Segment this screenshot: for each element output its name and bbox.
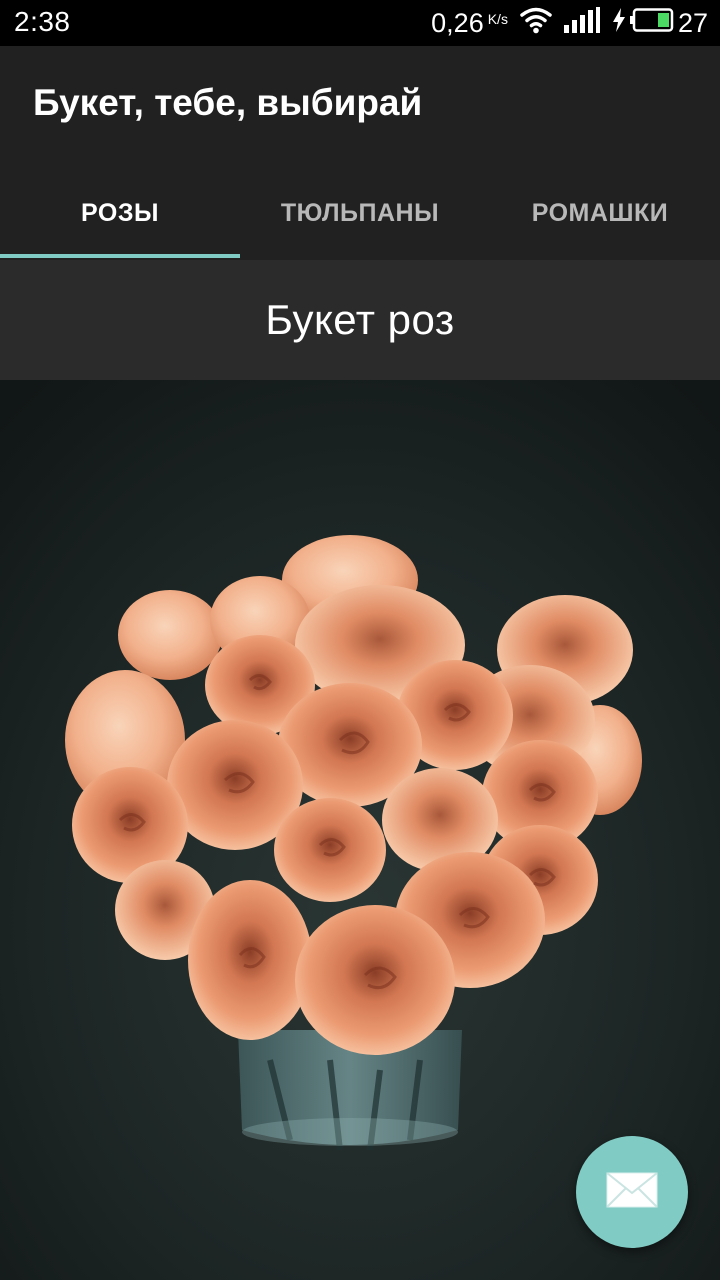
app-title: Букет, тебе, выбирай [33, 82, 423, 123]
battery-level: 27 [677, 7, 708, 38]
screen: 2:38 0,26 K/s 27 Букет, тебе, выбирай РО… [0, 0, 720, 1280]
tab-tulips-label: ТЮЛЬПАНЫ [280, 198, 440, 227]
status-time: 2:38 [14, 6, 71, 37]
network-speed-unit: K/s [487, 10, 508, 27]
tab-selected-indicator [0, 254, 240, 258]
app-bar: Букет, тебе, выбирай РОЗЫ ТЮЛЬПАНЫ РОМАШ… [0, 46, 720, 260]
tab-roses[interactable]: РОЗЫ [0, 166, 240, 260]
wifi-icon [520, 6, 552, 41]
tab-chamomiles-label: РОМАШКИ [531, 198, 669, 227]
network-speed: 0,26 K/s [431, 8, 508, 39]
battery-indicator: 27 [612, 7, 708, 39]
send-mail-button[interactable] [576, 1136, 688, 1248]
section-header: Букет роз [0, 260, 720, 380]
signal-icon [563, 6, 600, 40]
section-title: Букет роз [265, 296, 455, 343]
tab-tulips[interactable]: ТЮЛЬПАНЫ [240, 166, 480, 260]
status-icons: 0,26 K/s 27 [431, 6, 708, 40]
status-bar: 2:38 0,26 K/s 27 [0, 0, 720, 46]
mail-icon [606, 1172, 658, 1212]
network-speed-value: 0,26 [431, 7, 484, 38]
tab-chamomiles[interactable]: РОМАШКИ [480, 166, 720, 260]
tab-bar: РОЗЫ ТЮЛЬПАНЫ РОМАШКИ [0, 166, 720, 260]
charging-icon [612, 7, 626, 39]
tab-roses-label: РОЗЫ [81, 198, 159, 227]
battery-icon [629, 7, 674, 39]
